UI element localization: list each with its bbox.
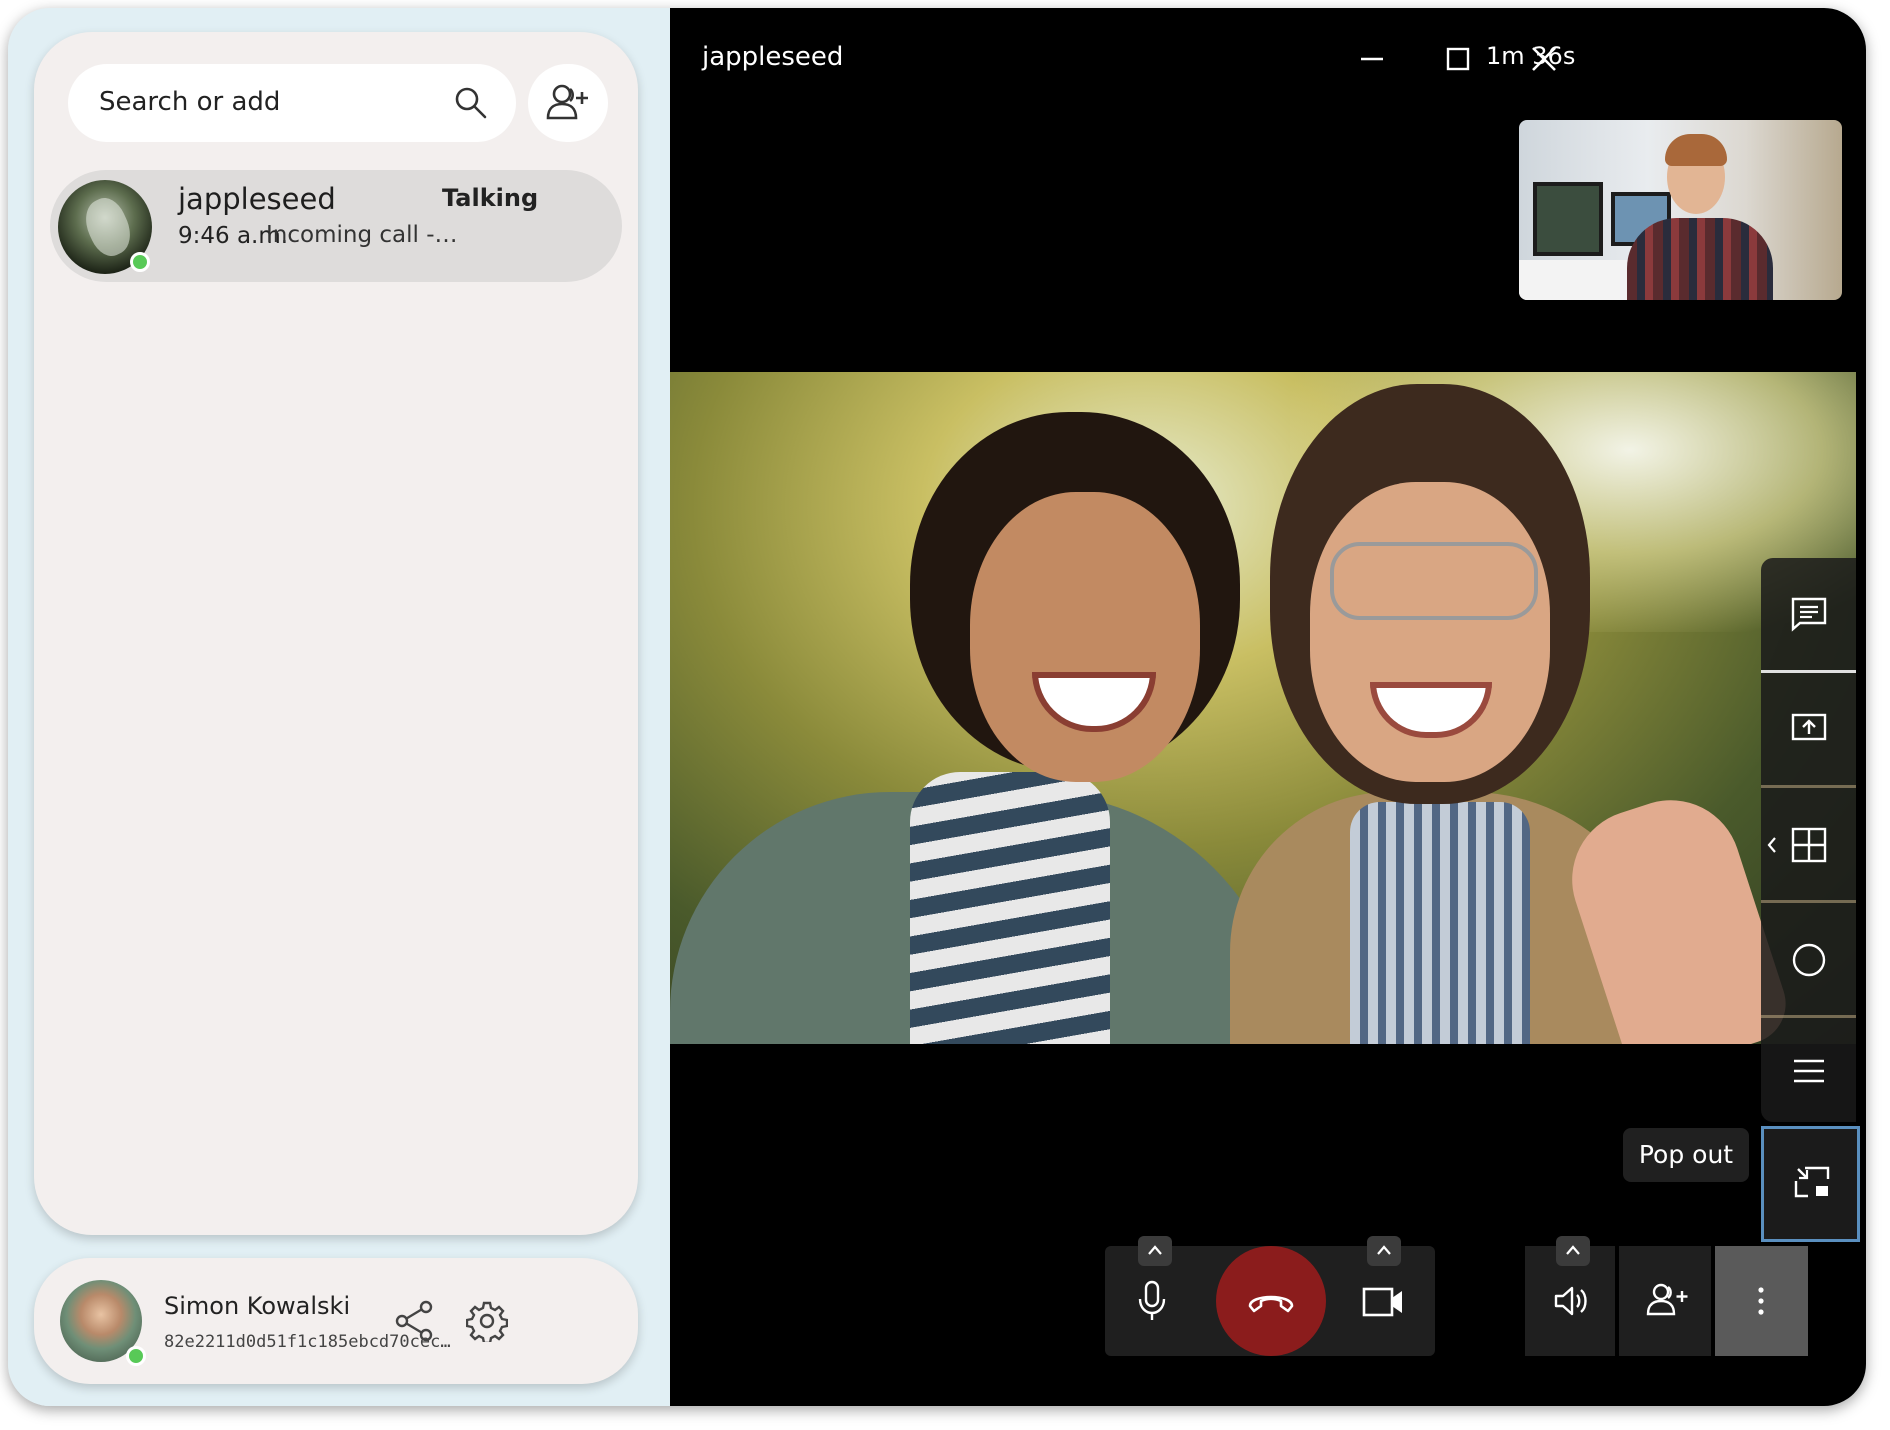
- chat-button[interactable]: [1761, 558, 1856, 673]
- video-person: [970, 492, 1200, 782]
- chevron-up-icon: [1148, 1245, 1162, 1255]
- chat-icon: [1791, 597, 1827, 632]
- video-person: [1350, 802, 1530, 1044]
- more-vertical-icon: [1758, 1287, 1764, 1315]
- conversation-status: Talking: [442, 184, 539, 212]
- account-panel: Simon Kowalski 82e2211d0d51f1c185ebcd70c…: [34, 1258, 638, 1384]
- camera-options-button[interactable]: [1367, 1236, 1401, 1266]
- add-participant-button[interactable]: [1619, 1246, 1711, 1356]
- online-status-dot: [126, 1346, 146, 1366]
- chevron-left-icon: [1767, 837, 1776, 853]
- gear-icon[interactable]: [466, 1300, 508, 1342]
- hang-up-button[interactable]: [1216, 1246, 1326, 1356]
- conversation-item[interactable]: jappleseed Talking 9:46 a.m. Incoming ca…: [50, 170, 622, 282]
- video-person: [910, 772, 1110, 1044]
- person-add-icon: [546, 84, 588, 120]
- person-add-icon: [1646, 1283, 1688, 1316]
- search-placeholder: Search or add: [99, 87, 281, 117]
- search-input[interactable]: Search or add: [68, 64, 516, 142]
- video-camera-icon[interactable]: [1362, 1286, 1404, 1318]
- pop-out-tooltip: Pop out: [1623, 1128, 1749, 1182]
- video-background-frame: [1533, 182, 1603, 256]
- record-button[interactable]: [1761, 903, 1856, 1018]
- speaker-icon: [1554, 1286, 1587, 1316]
- pop-out-icon: [1794, 1166, 1830, 1198]
- online-status-dot: [130, 252, 150, 272]
- maximize-icon[interactable]: [1435, 36, 1481, 82]
- video-person: [1627, 218, 1773, 300]
- app-window: Search or add jappleseed Talking 9:46 a.…: [8, 8, 1866, 1406]
- call-extra-controls: [1525, 1236, 1856, 1356]
- account-name: Simon Kowalski: [164, 1292, 351, 1320]
- add-contact-button[interactable]: [528, 64, 608, 142]
- sidebar: Search or add jappleseed Talking 9:46 a.…: [8, 8, 670, 1406]
- video-person: [1330, 542, 1538, 620]
- call-title: jappleseed: [702, 42, 844, 72]
- microphone-icon[interactable]: [1137, 1280, 1167, 1322]
- menu-icon: [1794, 1059, 1824, 1083]
- minimize-icon[interactable]: [1349, 36, 1395, 82]
- call-view: jappleseed 1m 36s Pop out: [670, 8, 1866, 1406]
- conversation-name: jappleseed: [178, 182, 336, 216]
- video-person: [1665, 134, 1727, 166]
- hang-up-icon: [1248, 1295, 1294, 1313]
- mic-options-button[interactable]: [1138, 1236, 1172, 1266]
- more-options-button[interactable]: [1715, 1246, 1808, 1356]
- chevron-up-icon: [1566, 1245, 1580, 1255]
- search-icon[interactable]: [454, 86, 488, 120]
- screen-share-icon: [1791, 713, 1827, 741]
- chevron-up-icon: [1377, 1245, 1391, 1255]
- pop-out-button[interactable]: [1761, 1126, 1860, 1242]
- conversation-preview: Incoming call -…: [266, 222, 458, 248]
- screen-share-button[interactable]: [1761, 673, 1856, 788]
- conversation-panel: Search or add jappleseed Talking 9:46 a.…: [34, 32, 638, 1235]
- call-controls: [1105, 1236, 1435, 1356]
- call-side-toolbar: [1761, 558, 1856, 1122]
- grid-layout-icon: [1791, 827, 1827, 863]
- self-preview-video[interactable]: [1519, 120, 1842, 300]
- menu-button[interactable]: [1761, 1018, 1856, 1130]
- share-icon[interactable]: [394, 1300, 434, 1342]
- speaker-options-button[interactable]: [1556, 1236, 1590, 1266]
- layout-button[interactable]: [1761, 788, 1856, 903]
- close-icon[interactable]: [1521, 36, 1567, 82]
- record-icon: [1792, 943, 1826, 977]
- remote-video: [670, 372, 1856, 1044]
